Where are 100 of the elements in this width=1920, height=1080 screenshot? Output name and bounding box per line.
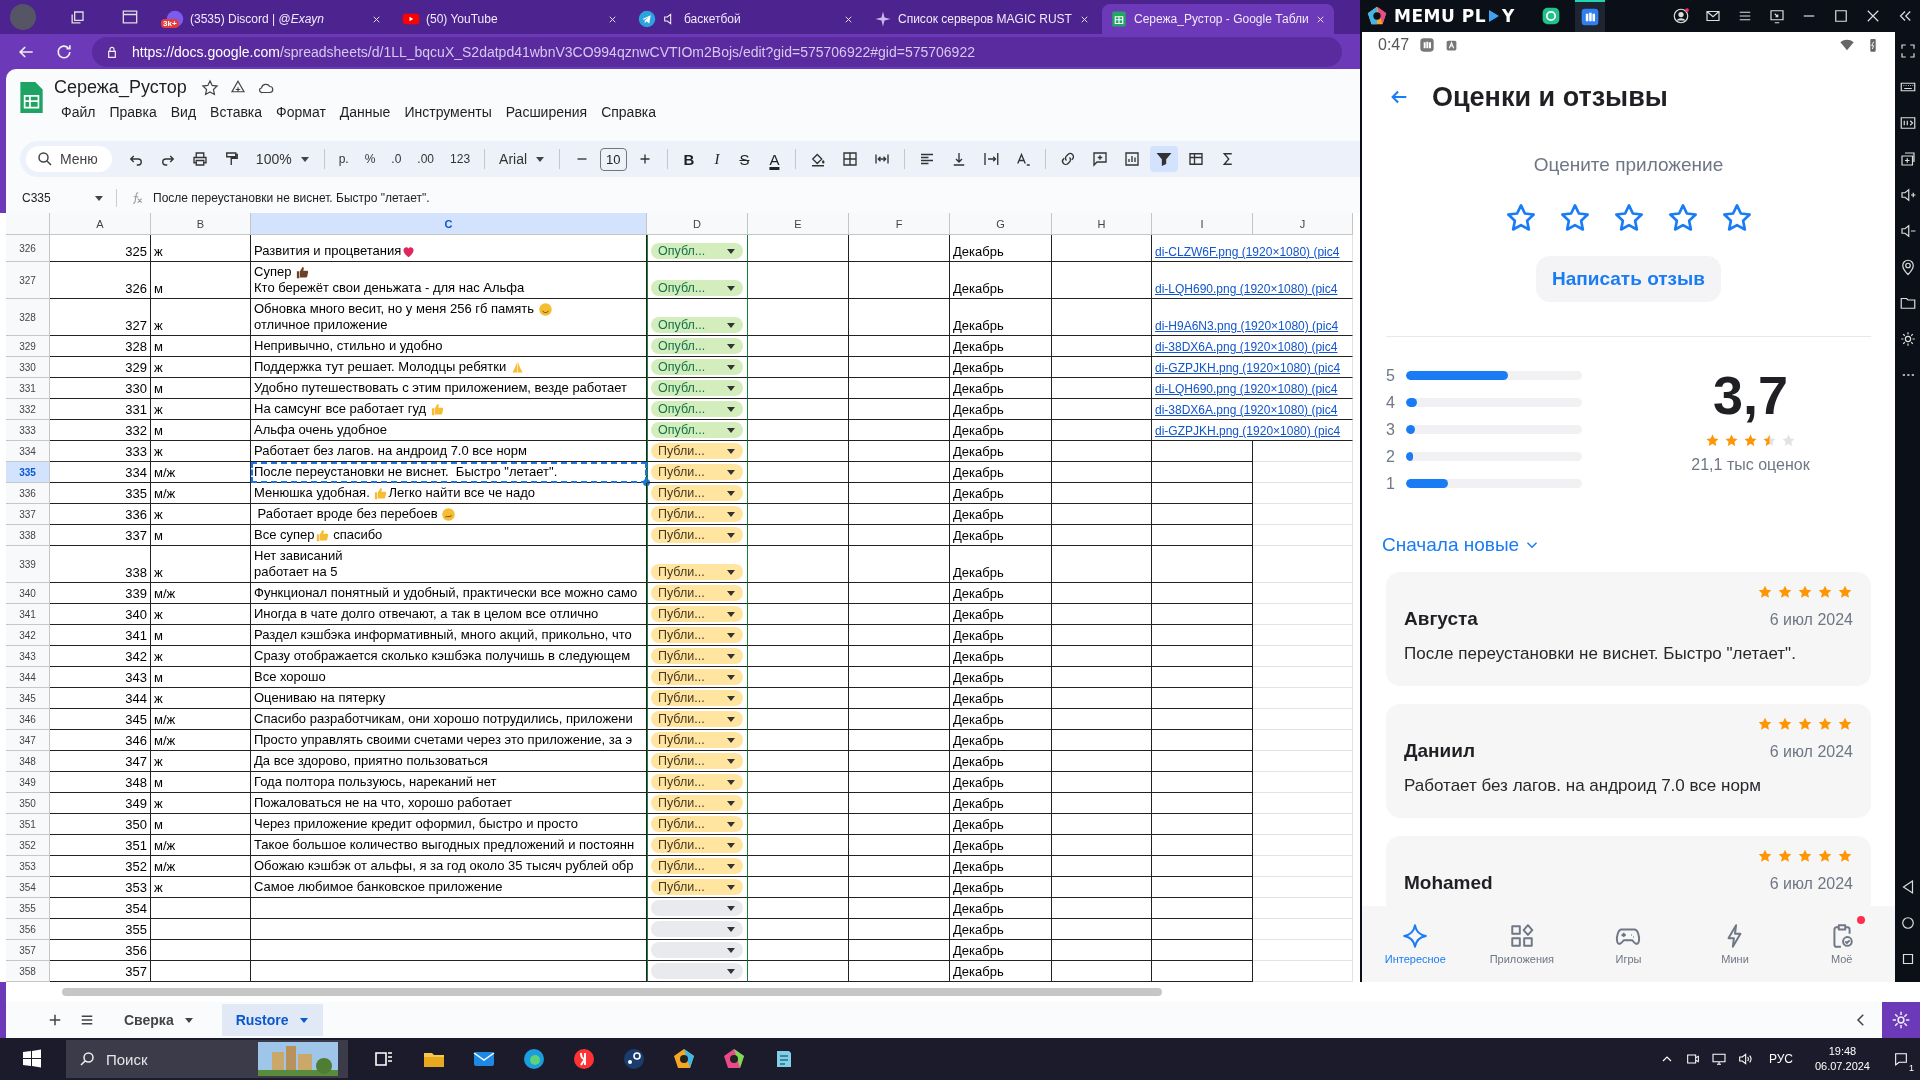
browser-tab[interactable]: баскетбой bbox=[630, 4, 862, 34]
column-header[interactable]: B bbox=[151, 213, 251, 235]
row-header[interactable]: 351 bbox=[6, 814, 50, 835]
nav-tab[interactable]: Приложения bbox=[1476, 906, 1567, 982]
format-button[interactable]: 123 bbox=[444, 149, 477, 169]
row-header[interactable]: 330 bbox=[6, 357, 50, 378]
network-icon[interactable] bbox=[1710, 1051, 1727, 1067]
file-link[interactable]: di-LQH690.png (1920×1080) (pic4 bbox=[1155, 282, 1338, 296]
column-header[interactable]: E bbox=[748, 213, 849, 235]
bold-button[interactable]: B bbox=[675, 148, 703, 170]
text-color-button[interactable]: A bbox=[761, 148, 788, 170]
format-button[interactable]: .0 bbox=[385, 149, 408, 169]
column-header[interactable]: G bbox=[950, 213, 1052, 235]
spreadsheet-logo-icon[interactable] bbox=[18, 81, 44, 115]
row-header[interactable]: 353 bbox=[6, 856, 50, 877]
pentagon-app-icon[interactable] bbox=[672, 1047, 696, 1071]
file-link[interactable]: di-GZPJKH.png (1920×1080) (pic4 bbox=[1155, 424, 1341, 438]
row-header[interactable]: 339 bbox=[6, 546, 50, 583]
row-header[interactable]: 357 bbox=[6, 940, 50, 961]
side-panel-button[interactable] bbox=[1882, 1002, 1920, 1038]
row-header[interactable]: 348 bbox=[6, 751, 50, 772]
scrollbar[interactable] bbox=[62, 988, 1162, 996]
caret-icon[interactable] bbox=[94, 193, 104, 203]
column-header[interactable]: J bbox=[1253, 213, 1353, 235]
nav-tab[interactable]: Моё bbox=[1796, 906, 1887, 982]
menu-item[interactable]: Формат bbox=[269, 102, 333, 122]
address-field[interactable]: https://docs.google.com/spreadsheets/d/1LL_bqcuX_S2datpd41wbnV3CO994qznwCVTIOm2Bojs/edit?gid=575706922#gid=575706922 bbox=[92, 36, 1342, 67]
row-header[interactable]: 354 bbox=[6, 877, 50, 898]
add-window-icon[interactable] bbox=[1898, 150, 1917, 168]
volume-up-icon[interactable] bbox=[1898, 186, 1917, 204]
status-dropdown[interactable]: Публи... bbox=[651, 627, 743, 643]
menu-item[interactable]: Вид bbox=[163, 102, 204, 122]
formula-field[interactable]: После переустановки не виснет. Быстро "летает". bbox=[153, 191, 430, 205]
browser-tab[interactable]: (50) YouTube bbox=[394, 4, 626, 34]
row-header[interactable]: 335 bbox=[6, 462, 50, 483]
file-link[interactable]: di-38DX6A.png (1920×1080) (pic4 bbox=[1155, 403, 1338, 417]
install-package-icon[interactable] bbox=[1898, 114, 1917, 132]
status-dropdown[interactable]: Публи... bbox=[651, 732, 743, 748]
pentagon-app-icon[interactable] bbox=[722, 1047, 746, 1071]
browser-tab[interactable]: Сережа_Рустор - Google Табли bbox=[1102, 4, 1334, 34]
status-dropdown[interactable]: Публи... bbox=[651, 816, 743, 832]
row-header[interactable]: 333 bbox=[6, 420, 50, 441]
menu-item[interactable]: Инструменты bbox=[397, 102, 499, 122]
document-title[interactable]: Сережа_Рустор bbox=[54, 77, 187, 98]
browser-icon[interactable] bbox=[572, 1047, 596, 1071]
row-header[interactable]: 327 bbox=[6, 262, 50, 299]
sheet-tab[interactable]: Rustore bbox=[221, 1004, 323, 1036]
star-icon[interactable] bbox=[200, 78, 219, 97]
write-review-button[interactable]: Написать отзыв bbox=[1536, 256, 1721, 302]
menu-item[interactable]: Файл bbox=[54, 102, 103, 122]
row-header[interactable]: 350 bbox=[6, 793, 50, 814]
row-header[interactable]: 347 bbox=[6, 730, 50, 751]
column-header[interactable]: C bbox=[251, 213, 647, 235]
column-header[interactable]: F bbox=[849, 213, 950, 235]
star-icon[interactable] bbox=[1504, 202, 1537, 234]
status-dropdown[interactable]: Опубл... bbox=[651, 243, 743, 259]
font-size-field[interactable]: 10 bbox=[600, 147, 627, 171]
status-dropdown[interactable]: Опубл... bbox=[651, 317, 743, 333]
star-icon[interactable] bbox=[1612, 202, 1645, 234]
maximize-icon[interactable] bbox=[1832, 7, 1850, 25]
row-header[interactable]: 355 bbox=[6, 898, 50, 919]
camera-icon[interactable] bbox=[1684, 1051, 1701, 1067]
status-dropdown[interactable]: Опубл... bbox=[651, 401, 743, 417]
app-tab-icon[interactable] bbox=[1579, 7, 1600, 27]
format-button[interactable]: .00 bbox=[411, 149, 441, 169]
status-dropdown[interactable]: Публи... bbox=[651, 753, 743, 769]
file-link[interactable]: di-H9A6N3.png (1920×1080) (pic4 bbox=[1155, 319, 1339, 333]
row-header[interactable]: 344 bbox=[6, 667, 50, 688]
row-header[interactable]: 338 bbox=[6, 525, 50, 546]
app-icon[interactable] bbox=[1540, 6, 1561, 26]
game-launcher-icon[interactable] bbox=[622, 1047, 646, 1071]
status-dropdown[interactable]: Опубл... bbox=[651, 380, 743, 396]
row-header[interactable]: 346 bbox=[6, 709, 50, 730]
row-header[interactable]: 337 bbox=[6, 504, 50, 525]
status-dropdown[interactable]: Публи... bbox=[651, 858, 743, 874]
menu-item[interactable]: Вставка bbox=[203, 102, 270, 122]
star-icon[interactable] bbox=[1720, 202, 1753, 234]
menu-item[interactable]: Данные bbox=[332, 102, 398, 122]
status-dropdown[interactable]: Публи... bbox=[651, 443, 743, 459]
settings-icon[interactable] bbox=[1898, 330, 1917, 348]
row-header[interactable]: 343 bbox=[6, 646, 50, 667]
row-header[interactable]: 334 bbox=[6, 441, 50, 462]
status-dropdown[interactable]: Опубл... bbox=[651, 422, 743, 438]
menu-search-field[interactable]: Меню bbox=[26, 146, 112, 172]
row-header[interactable]: 331 bbox=[6, 378, 50, 399]
status-dropdown[interactable]: Публи... bbox=[651, 795, 743, 811]
row-header[interactable]: 356 bbox=[6, 919, 50, 940]
status-dropdown[interactable]: Публи... bbox=[651, 837, 743, 853]
browser-icon[interactable] bbox=[522, 1047, 546, 1071]
column-header[interactable]: I bbox=[1152, 213, 1253, 235]
italic-button[interactable]: I bbox=[706, 148, 728, 170]
status-dropdown[interactable]: Публи... bbox=[651, 711, 743, 727]
row-header[interactable]: 336 bbox=[6, 483, 50, 504]
sheet-tab[interactable]: Сверка bbox=[110, 1004, 208, 1036]
dropdown[interactable]: 100% bbox=[249, 148, 316, 170]
status-dropdown[interactable]: Публи... bbox=[651, 879, 743, 895]
row-header[interactable]: 326 bbox=[6, 235, 50, 262]
status-dropdown[interactable]: Публи... bbox=[651, 606, 743, 622]
menu-item[interactable]: Правка bbox=[102, 102, 164, 122]
nav-tab[interactable]: Интересное bbox=[1370, 906, 1461, 982]
